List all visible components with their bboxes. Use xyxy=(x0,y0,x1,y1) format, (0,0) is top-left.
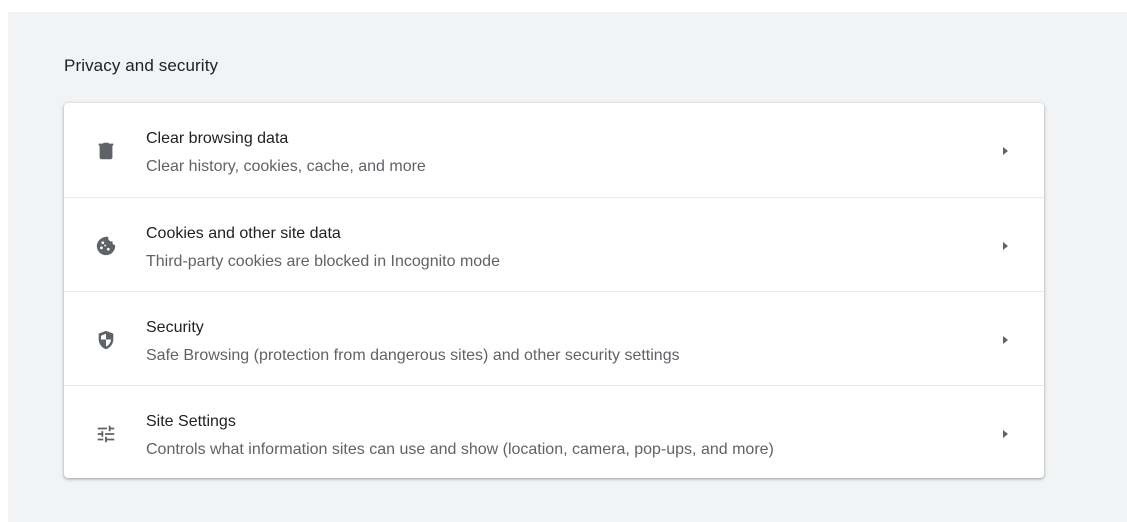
arrow-right-icon xyxy=(1000,240,1010,252)
cookie-icon xyxy=(95,235,117,257)
section-title: Privacy and security xyxy=(64,56,219,75)
row-label: Cookies and other site data xyxy=(146,225,341,242)
security-row[interactable]: Security Safe Browsing (protection from … xyxy=(64,291,1044,385)
site-settings-row[interactable]: Site Settings Controls what information … xyxy=(64,385,1044,479)
arrow-right-icon xyxy=(1000,145,1010,157)
row-sublabel: Third-party cookies are blocked in Incog… xyxy=(146,253,500,270)
arrow-right-icon xyxy=(1000,428,1010,440)
arrow-right-icon xyxy=(1000,334,1010,346)
row-label: Security xyxy=(146,319,204,336)
row-label: Site Settings xyxy=(146,413,236,430)
cookies-row[interactable]: Cookies and other site data Third-party … xyxy=(64,197,1044,291)
row-text: Clear browsing data Clear history, cooki… xyxy=(146,129,426,177)
row-text: Cookies and other site data Third-party … xyxy=(146,224,500,272)
row-label: Clear browsing data xyxy=(146,130,289,147)
clear-browsing-data-row[interactable]: Clear browsing data Clear history, cooki… xyxy=(64,103,1044,197)
row-sublabel: Clear history, cookies, cache, and more xyxy=(146,158,426,175)
shield-icon xyxy=(95,329,117,351)
tune-icon xyxy=(95,423,117,445)
row-sublabel: Safe Browsing (protection from dangerous… xyxy=(146,347,680,364)
row-text: Site Settings Controls what information … xyxy=(146,412,774,460)
trash-icon xyxy=(95,140,117,162)
row-text: Security Safe Browsing (protection from … xyxy=(146,318,680,366)
settings-page: Privacy and security Clear browsing data… xyxy=(8,12,1127,522)
row-sublabel: Controls what information sites can use … xyxy=(146,441,774,458)
privacy-security-card: Clear browsing data Clear history, cooki… xyxy=(64,103,1044,478)
